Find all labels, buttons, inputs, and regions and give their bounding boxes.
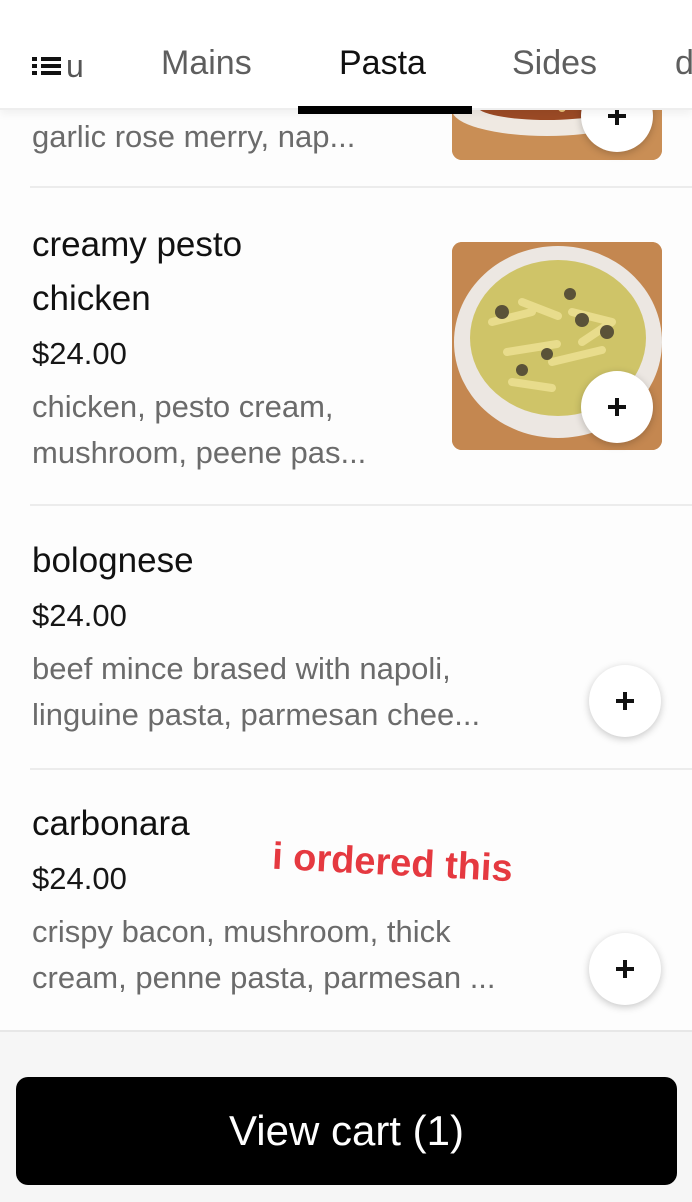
tab-mains[interactable]: Mains bbox=[161, 44, 252, 83]
add-to-cart-button[interactable] bbox=[589, 665, 661, 737]
menu-label: u bbox=[66, 47, 84, 84]
category-tab-bar: u Mains Pasta Sides d bbox=[0, 0, 692, 110]
menu-list-button[interactable]: u bbox=[32, 46, 84, 86]
item-description: crispy bacon, mushroom, thick cream, pen… bbox=[32, 914, 496, 995]
add-to-cart-button[interactable] bbox=[589, 933, 661, 1005]
item-name: bolognese bbox=[32, 541, 194, 580]
item-description: chicken, pesto cream, mushroom, peene pa… bbox=[32, 389, 367, 470]
active-tab-indicator bbox=[298, 106, 472, 114]
plus-icon bbox=[616, 960, 634, 978]
view-cart-button[interactable]: View cart (1) bbox=[16, 1077, 677, 1185]
menu-item-creamy-pesto-chicken[interactable]: creamy pesto chicken $24.00 chicken, pes… bbox=[0, 188, 692, 506]
item-price: $24.00 bbox=[32, 336, 127, 371]
item-description: garlic rose merry, nap... bbox=[32, 119, 356, 154]
plus-icon bbox=[616, 692, 634, 710]
menu-item-carbonara[interactable]: carbonara $24.00 crispy bacon, mushroom,… bbox=[0, 770, 692, 1032]
item-name: carbonara bbox=[32, 804, 190, 843]
item-price: $24.00 bbox=[32, 598, 127, 633]
item-price: $24.00 bbox=[32, 861, 127, 896]
item-description: beef mince brased with napoli, linguine … bbox=[32, 651, 481, 732]
menu-item-bolognese[interactable]: bolognese $24.00 beef mince brased with … bbox=[0, 506, 692, 770]
tab-sides[interactable]: Sides bbox=[512, 44, 597, 83]
tab-next-partial[interactable]: d bbox=[675, 44, 692, 83]
plus-icon bbox=[608, 398, 626, 416]
add-to-cart-button[interactable] bbox=[581, 371, 653, 443]
item-name: creamy pesto chicken bbox=[32, 225, 243, 318]
tab-pasta[interactable]: Pasta bbox=[339, 44, 426, 83]
list-icon bbox=[32, 54, 62, 78]
